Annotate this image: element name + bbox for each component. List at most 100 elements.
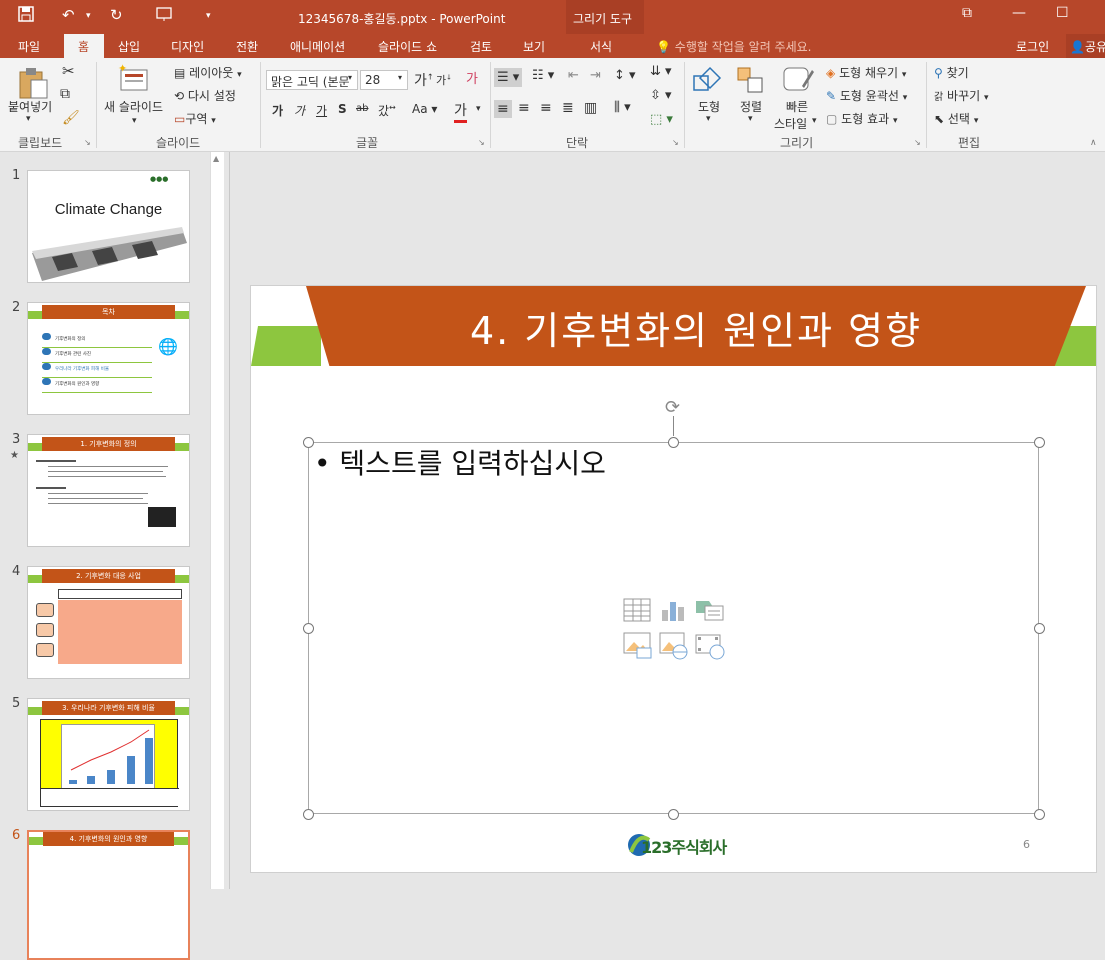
minimize-icon[interactable]: —: [1012, 5, 1026, 21]
undo-dropdown-icon[interactable]: ▾: [86, 11, 91, 21]
save-icon[interactable]: [18, 6, 34, 26]
paste-dropdown-icon[interactable]: ▾: [26, 114, 31, 124]
copy-icon[interactable]: ⧉: [60, 86, 70, 102]
layout-button[interactable]: ▤ 레이아웃 ▾: [174, 64, 242, 81]
tab-animations[interactable]: 애니메이션: [290, 38, 345, 55]
underline-icon[interactable]: 가: [316, 102, 327, 119]
grow-font-icon[interactable]: 가↑: [414, 70, 434, 90]
align-right-icon[interactable]: ≡: [540, 100, 552, 116]
drawing-launcher-icon[interactable]: ↘: [914, 138, 921, 147]
rotate-handle-icon[interactable]: ⟳: [665, 397, 680, 418]
tab-slideshow[interactable]: 슬라이드 쇼: [378, 38, 437, 55]
new-slide-label[interactable]: 새 슬라이드: [104, 98, 163, 115]
sign-in-link[interactable]: 로그인: [1016, 38, 1049, 55]
resize-handle-s[interactable]: [668, 809, 679, 820]
shape-outline-button[interactable]: ✎ 도형 윤곽선 ▾: [826, 87, 907, 104]
numbering-icon[interactable]: ☷ ▾: [532, 68, 554, 83]
chevron-down-icon[interactable]: ▾: [476, 104, 481, 114]
resize-handle-sw[interactable]: [303, 809, 314, 820]
reset-button[interactable]: ⟲ 다시 설정: [174, 87, 236, 104]
quick-styles-icon[interactable]: [782, 64, 816, 99]
slide-thumbnail-4[interactable]: 2. 기후변화 대응 사업: [27, 566, 190, 679]
char-spacing-icon[interactable]: 갔↔: [378, 102, 396, 119]
scroll-up-icon[interactable]: ▲: [213, 154, 219, 163]
align-text-icon[interactable]: ⇳ ▾: [650, 88, 672, 103]
current-slide[interactable]: 4. 기후변화의 원인과 영향 • 텍스트를 입력하십시오 ⟳ 123주식회사 …: [250, 285, 1097, 873]
justify-icon[interactable]: ≣: [562, 100, 574, 116]
smartart-icon[interactable]: ⬚ ▾: [650, 112, 673, 127]
slide-thumbnail-3[interactable]: 1. 기후변화의 정의: [27, 434, 190, 547]
insert-table-icon[interactable]: [623, 598, 651, 625]
bold-icon[interactable]: 가: [272, 102, 283, 119]
content-placeholder-text[interactable]: • 텍스트를 입력하십시오: [314, 442, 606, 482]
shadow-icon[interactable]: S: [338, 102, 347, 116]
collapse-ribbon-icon[interactable]: ∧: [1090, 138, 1097, 148]
strikethrough-icon[interactable]: ab: [356, 103, 368, 114]
start-slideshow-icon[interactable]: [156, 6, 174, 26]
slide-thumbnail-1[interactable]: ●●● Climate Change: [27, 170, 190, 283]
tab-transitions[interactable]: 전환: [236, 38, 258, 55]
line-spacing-icon[interactable]: ↕ ▾: [614, 68, 636, 83]
font-launcher-icon[interactable]: ↘: [478, 138, 485, 147]
tab-file[interactable]: 파일: [18, 38, 40, 55]
tab-home[interactable]: 홈: [78, 38, 89, 55]
align-center-icon[interactable]: ≡: [518, 100, 530, 116]
tab-insert[interactable]: 삽입: [118, 38, 140, 55]
font-face-dropdown[interactable]: 맑은 고딕 (본문: [266, 70, 358, 90]
insert-smartart-icon[interactable]: [695, 598, 725, 625]
align-left-icon[interactable]: ≡: [494, 100, 512, 118]
columns-icon[interactable]: ⫼ ▾: [614, 100, 631, 115]
italic-icon[interactable]: 가: [294, 102, 305, 119]
shrink-font-icon[interactable]: 가↓: [436, 72, 452, 88]
clear-formatting-icon[interactable]: 가: [466, 68, 478, 87]
slide-thumbnail-2[interactable]: 목차 기후변화의 정의 기후변화 관련 사진 우리나라 기후변화 피해 비율 기…: [27, 302, 190, 415]
redo-icon[interactable]: ↻: [110, 6, 123, 24]
decrease-indent-icon[interactable]: ⇤: [568, 68, 579, 83]
new-slide-icon[interactable]: ✦: [118, 62, 150, 97]
content-placeholder[interactable]: [308, 442, 1039, 814]
chevron-down-icon[interactable]: ▾: [348, 73, 352, 82]
distribute-icon[interactable]: ▥: [584, 100, 597, 116]
insert-chart-icon[interactable]: [659, 598, 687, 625]
slide-thumbnail-6[interactable]: 4. 기후변화의 원인과 영향: [27, 830, 190, 960]
chevron-down-icon[interactable]: ▾: [398, 73, 402, 82]
select-button[interactable]: ⬉ 선택 ▾: [934, 110, 978, 127]
undo-icon[interactable]: ↶: [62, 6, 75, 24]
font-color-icon[interactable]: 가: [454, 100, 467, 123]
new-slide-dropdown-icon[interactable]: ▾: [132, 116, 137, 126]
find-button[interactable]: ⚲ 찾기: [934, 64, 969, 81]
cut-icon[interactable]: ✂: [62, 62, 75, 80]
section-button[interactable]: ▭구역 ▾: [174, 110, 216, 127]
resize-handle-se[interactable]: [1034, 809, 1045, 820]
tell-me-search[interactable]: 💡 수행할 작업을 알려 주세요.: [656, 38, 811, 55]
resize-handle-w[interactable]: [303, 623, 314, 634]
customize-qat-icon[interactable]: ▾: [206, 11, 211, 21]
paste-label[interactable]: 붙여넣기: [8, 98, 52, 115]
tab-format[interactable]: 서식: [590, 38, 612, 55]
shapes-icon[interactable]: [692, 66, 724, 99]
shape-effects-button[interactable]: ▢ 도형 효과 ▾: [826, 110, 898, 127]
share-button[interactable]: 👤공유: [1066, 34, 1105, 58]
resize-handle-ne[interactable]: [1034, 437, 1045, 448]
increase-indent-icon[interactable]: ⇥: [590, 68, 601, 83]
resize-handle-nw[interactable]: [303, 437, 314, 448]
resize-handle-n[interactable]: [668, 437, 679, 448]
arrange-icon[interactable]: [736, 66, 766, 99]
quick-styles-label-1[interactable]: 빠른: [786, 98, 808, 115]
change-case-icon[interactable]: Aa ▾: [412, 102, 437, 116]
ribbon-display-options-icon[interactable]: ⧉: [962, 5, 972, 21]
tab-view[interactable]: 보기: [523, 38, 545, 55]
shape-fill-button[interactable]: ◈ 도형 채우기 ▾: [826, 64, 906, 81]
shapes-label[interactable]: 도형: [698, 98, 720, 115]
format-painter-icon[interactable]: 🖌: [62, 110, 80, 126]
chevron-down-icon[interactable]: ▾: [812, 116, 817, 126]
insert-video-icon[interactable]: [695, 632, 725, 663]
slide-thumbnail-5[interactable]: 3. 우리나라 기후변화 피해 비율: [27, 698, 190, 811]
insert-picture-icon[interactable]: [623, 632, 653, 663]
clipboard-launcher-icon[interactable]: ↘: [84, 138, 91, 147]
paragraph-launcher-icon[interactable]: ↘: [672, 138, 679, 147]
chevron-down-icon[interactable]: ▾: [706, 114, 711, 124]
replace-button[interactable]: 갉 바꾸기 ▾: [934, 87, 989, 104]
slide-title[interactable]: 4. 기후변화의 원인과 영향: [306, 300, 1086, 355]
arrange-label[interactable]: 정렬: [740, 98, 762, 115]
